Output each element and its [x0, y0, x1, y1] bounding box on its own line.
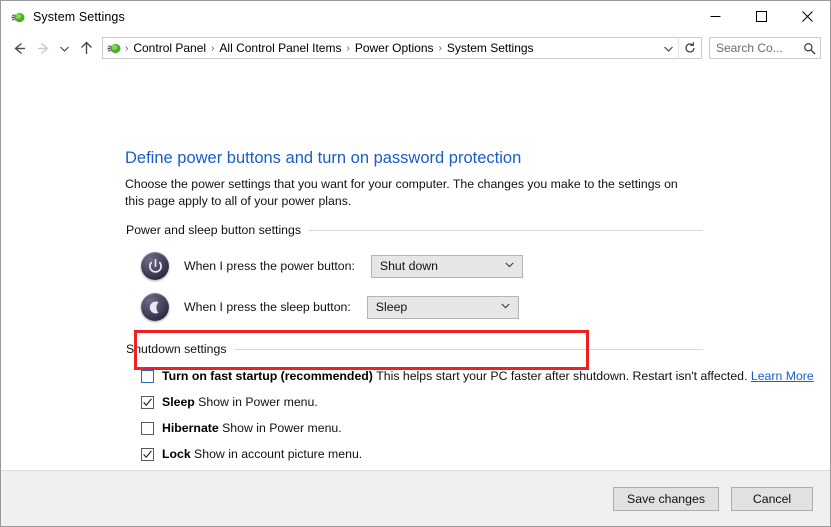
page-title: Define power buttons and turn on passwor…	[125, 149, 522, 167]
lock-description: Show in account picture menu.	[194, 447, 363, 461]
sleep-moon-icon	[141, 293, 169, 321]
close-button[interactable]	[784, 1, 830, 32]
search-input[interactable]: Search Co...	[710, 41, 798, 55]
power-sleep-settings-group: Power and sleep button settings When I p…	[126, 223, 703, 321]
sleep-label: Sleep	[162, 395, 195, 409]
navigation-bar: › Control Panel › All Control Panel Item…	[1, 32, 830, 64]
group-divider	[234, 348, 703, 350]
lock-checkbox[interactable]	[141, 448, 154, 461]
content-area: Define power buttons and turn on passwor…	[1, 64, 830, 526]
hibernate-description: Show in Power menu.	[222, 421, 342, 435]
fast-startup-description-text: This helps start your PC faster after sh…	[376, 369, 748, 383]
fast-startup-label: Turn on fast startup (recommended)	[162, 369, 373, 383]
shutdown-settings-group: Shutdown settings Turn on fast startup (…	[126, 342, 814, 463]
power-button-action-select[interactable]: Shut down	[370, 254, 523, 278]
refresh-icon[interactable]	[678, 37, 701, 59]
window-controls	[692, 1, 830, 32]
shutdown-group-header: Shutdown settings	[126, 342, 703, 356]
hibernate-label: Hibernate	[162, 421, 219, 435]
sleep-button-setting-label: When I press the sleep button:	[184, 300, 351, 314]
sleep-setting: Sleep Show in Power menu.	[141, 394, 814, 411]
breadcrumb-item-system-settings[interactable]: System Settings	[443, 39, 538, 57]
breadcrumb-item-power-options[interactable]: Power Options	[351, 39, 438, 57]
power-sleep-group-label: Power and sleep button settings	[126, 223, 302, 237]
title-bar: System Settings	[1, 1, 830, 32]
up-arrow-icon[interactable]	[74, 36, 98, 60]
power-button-setting-row: When I press the power button: Shut down	[141, 252, 703, 280]
fast-startup-description: This helps start your PC faster after sh…	[376, 369, 814, 383]
lock-setting: Lock Show in account picture menu.	[141, 446, 814, 463]
learn-more-link[interactable]: Learn More	[751, 369, 814, 383]
save-changes-button[interactable]: Save changes	[613, 486, 719, 511]
address-chevron-down-icon[interactable]	[658, 38, 678, 58]
system-settings-window: System Settings › Control Panel › All Co…	[0, 0, 831, 527]
search-box[interactable]: Search Co...	[709, 37, 821, 59]
forward-arrow-icon	[31, 36, 55, 60]
address-power-plug-icon	[106, 40, 122, 56]
footer-button-bar: Save changes Cancel	[1, 471, 830, 526]
hibernate-setting: Hibernate Show in Power menu.	[141, 420, 814, 437]
chevron-down-icon	[504, 259, 515, 273]
power-plug-icon	[10, 9, 26, 25]
fast-startup-setting: Turn on fast startup (recommended) This …	[141, 368, 814, 385]
sleep-description: Show in Power menu.	[198, 395, 318, 409]
chevron-down-icon	[500, 300, 511, 314]
power-button-action-value: Shut down	[379, 259, 439, 273]
address-bar[interactable]: › Control Panel › All Control Panel Item…	[102, 37, 702, 59]
page-description: Choose the power settings that you want …	[125, 177, 678, 208]
fast-startup-checkbox[interactable]	[141, 370, 154, 383]
sleep-button-action-value: Sleep	[375, 300, 408, 314]
lock-label: Lock	[162, 447, 191, 461]
breadcrumb-item-all-control-panel-items[interactable]: All Control Panel Items	[215, 39, 345, 57]
search-icon	[798, 42, 820, 55]
power-button-icon	[141, 252, 169, 280]
window-title: System Settings	[33, 9, 125, 24]
shutdown-group-label: Shutdown settings	[126, 342, 227, 356]
minimize-button[interactable]	[692, 1, 738, 32]
group-divider	[309, 229, 703, 231]
back-arrow-icon[interactable]	[7, 36, 31, 60]
hibernate-checkbox[interactable]	[141, 422, 154, 435]
sleep-button-setting-row: When I press the sleep button: Sleep	[141, 293, 703, 321]
breadcrumb: › Control Panel › All Control Panel Item…	[124, 39, 658, 57]
cancel-button[interactable]: Cancel	[731, 486, 813, 511]
sleep-button-action-select[interactable]: Sleep	[366, 295, 519, 319]
power-sleep-group-header: Power and sleep button settings	[126, 223, 703, 237]
breadcrumb-item-control-panel[interactable]: Control Panel	[129, 39, 210, 57]
power-button-setting-label: When I press the power button:	[184, 259, 355, 273]
sleep-checkbox[interactable]	[141, 396, 154, 409]
maximize-button[interactable]	[738, 1, 784, 32]
recent-locations-chevron-down-icon[interactable]	[55, 36, 74, 60]
